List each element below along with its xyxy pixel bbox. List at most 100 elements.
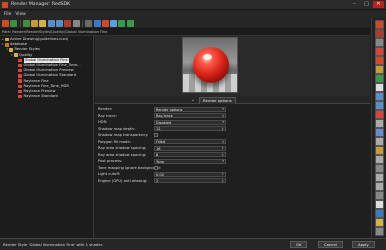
ok-button[interactable]: OK (290, 241, 308, 248)
new-folder-icon[interactable] (31, 19, 39, 27)
new-item-icon[interactable] (39, 19, 47, 27)
ruler-icon[interactable] (375, 119, 384, 128)
maximize-button[interactable]: □ (361, 1, 372, 8)
database-icon (4, 43, 9, 47)
text-icon[interactable] (375, 200, 384, 209)
option-dropdown[interactable]: Ray trace (154, 113, 226, 119)
library-icon[interactable] (375, 209, 384, 218)
library-icon[interactable] (93, 19, 101, 27)
active-icon[interactable] (375, 65, 384, 74)
grid-icon[interactable] (375, 164, 384, 173)
expander-icon[interactable]: ▾ (10, 53, 14, 58)
option-spinbox[interactable]: 2 (154, 178, 226, 184)
option-dropdown[interactable]: Tone (154, 158, 226, 164)
option-row: Shadow map transparency: (98, 132, 367, 138)
render-style-icon (18, 68, 22, 73)
up-folder-icon[interactable] (22, 19, 30, 27)
toolbar-separator (19, 19, 21, 27)
toolbar (0, 18, 370, 29)
option-label: Light cutoff: (98, 172, 121, 177)
render-icon[interactable] (101, 19, 109, 27)
render-tree[interactable]: ▸ Active Drawing(guidelines.iczd) ▾ databas… (0, 36, 94, 238)
option-row: Ray trace: Ray trace (98, 113, 367, 119)
option-checkbox[interactable] (154, 133, 158, 138)
sphere-highlight (203, 54, 212, 60)
copy-icon[interactable] (47, 19, 55, 27)
preview-sphere (193, 47, 229, 83)
render-style-icon (18, 94, 22, 99)
minimize-button[interactable]: – (349, 1, 360, 8)
option-spinbox[interactable]: 16 (154, 145, 226, 151)
drawing-icon (4, 37, 9, 42)
paste-icon[interactable] (56, 19, 64, 27)
tree-item-label: Raytrace Standard (23, 94, 58, 99)
unlink-icon[interactable] (375, 101, 384, 110)
apply-icon[interactable] (375, 74, 384, 83)
folder-icon[interactable] (375, 218, 384, 227)
image-icon[interactable] (375, 128, 384, 137)
tree-item[interactable]: Raytrace Standard (0, 94, 93, 99)
material-icon[interactable] (375, 47, 384, 56)
align-icon[interactable] (375, 182, 384, 191)
frame-icon[interactable] (375, 137, 384, 146)
option-label: Engine (GPU) anti aliasing: (98, 178, 148, 183)
option-row: Ray area shadow spacing: 16 (98, 145, 367, 151)
tab-render-options[interactable]: Render options (199, 97, 236, 104)
option-label: Ray trace: (98, 113, 117, 118)
menu-view[interactable]: View (15, 12, 25, 17)
apply-button[interactable]: Apply (352, 241, 375, 248)
option-row: Polygon fill mode: Filled (98, 139, 367, 145)
sphere-icon[interactable] (375, 110, 384, 119)
material-preview (182, 37, 238, 93)
list-icon[interactable] (375, 173, 384, 182)
render-style-icon (18, 63, 22, 68)
rename-icon[interactable] (72, 19, 80, 27)
layers-icon[interactable] (375, 146, 384, 155)
render-style-icon (18, 89, 22, 94)
tab-scroll-left-icon[interactable]: ◂ (192, 98, 194, 102)
option-dropdown[interactable]: Render options (154, 106, 226, 112)
cancel-button[interactable]: Cancel (318, 241, 343, 248)
option-row: Post process: Tone (98, 158, 367, 164)
option-spinbox[interactable]: 12 (154, 126, 226, 132)
option-label: Render: (98, 107, 113, 112)
option-spinbox[interactable]: 0.00 (154, 171, 226, 177)
option-label: Shadow map depth: (98, 126, 136, 131)
settings-icon[interactable] (375, 191, 384, 200)
rename-icon[interactable] (375, 38, 384, 47)
back-arrow-icon[interactable] (2, 19, 9, 27)
option-dropdown[interactable]: Disabled (154, 119, 226, 125)
delete-icon[interactable] (375, 29, 384, 38)
cursor-icon[interactable] (375, 83, 384, 92)
delete-icon[interactable] (64, 19, 72, 27)
window-controls: – □ ✕ (349, 1, 384, 8)
forward-arrow-icon[interactable] (10, 19, 18, 27)
menu-file[interactable]: File (4, 12, 11, 17)
toolbar-separator (81, 19, 83, 27)
folder-icon (9, 48, 13, 52)
options-icon[interactable] (375, 227, 384, 236)
properties-icon[interactable] (85, 19, 93, 27)
play-alt-icon[interactable] (126, 19, 134, 27)
option-spinbox[interactable]: 8 (154, 152, 226, 158)
expander-icon[interactable]: ▾ (1, 42, 5, 47)
crop-icon[interactable] (375, 155, 384, 164)
folder-icon (13, 53, 18, 57)
add-icon[interactable] (375, 20, 384, 29)
window-title: Render Manager: RedSDK (11, 2, 71, 7)
option-row: Shadow map depth: 12 (98, 126, 367, 132)
render-style-icon (18, 58, 22, 63)
render-style-icon (18, 84, 22, 89)
gear-icon[interactable] (110, 19, 118, 27)
option-checkbox[interactable] (154, 165, 158, 170)
link-icon[interactable] (375, 92, 384, 101)
close-button[interactable]: ✕ (373, 1, 384, 8)
option-label: Ray area shadow spacing: (98, 146, 147, 151)
option-row: Engine (GPU) anti aliasing: 2 (98, 178, 367, 184)
render-style-icon (18, 79, 22, 83)
app-icon (2, 1, 8, 8)
render-icon[interactable] (375, 56, 384, 65)
option-dropdown[interactable]: Filled (154, 139, 226, 145)
render-options-panel: Render:Render optionsRay trace:Ray trace… (95, 104, 370, 238)
play-icon[interactable] (118, 19, 126, 27)
